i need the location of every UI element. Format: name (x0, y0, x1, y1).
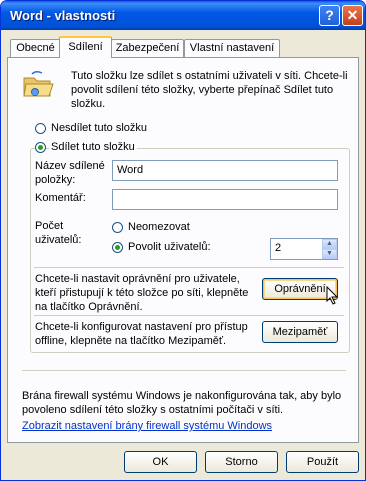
mouse-cursor-icon (326, 286, 339, 305)
share-label[interactable]: Sdílet tuto složku (49, 140, 137, 154)
comment-input[interactable] (112, 189, 338, 210)
tab-security[interactable]: Zabezpečení (111, 39, 184, 57)
user-limit-label: Počet uživatelů: (35, 220, 82, 246)
window-title: Word - vlastnosti (10, 8, 116, 23)
allow-users-spinner[interactable]: ▲ ▼ (322, 239, 337, 259)
share-radio[interactable] (35, 142, 46, 153)
help-button[interactable]: ? (319, 5, 340, 26)
unlimited-radio[interactable] (112, 222, 123, 233)
no-share-label[interactable]: Nesdílet tuto složku (51, 121, 147, 135)
cancel-button[interactable]: Storno (205, 451, 278, 473)
caching-text: Chcete-li konfigurovat nastavení pro pří… (35, 321, 248, 347)
separator (22, 370, 346, 371)
firewall-text: Brána firewall systému Windows je nakonf… (22, 390, 342, 416)
properties-dialog: Word - vlastnosti ? ✕ Obecné Sdílení Zab… (0, 0, 366, 481)
spin-up-icon[interactable]: ▲ (322, 239, 337, 249)
title-bar[interactable]: Word - vlastnosti ? ✕ (1, 1, 365, 30)
allow-users-radio[interactable] (112, 242, 123, 253)
permissions-text: Chcete-li nastavit oprávnění pro uživate… (35, 273, 249, 313)
tab-general[interactable]: Obecné (10, 39, 61, 57)
separator (34, 267, 344, 268)
firewall-settings-link[interactable]: Zobrazit nastavení brány firewall systém… (22, 419, 272, 433)
share-name-label: Název sdílené položky: (35, 160, 105, 186)
allow-users-label[interactable]: Povolit uživatelů: (128, 240, 211, 254)
close-button[interactable]: ✕ (342, 5, 363, 26)
sharing-panel: Tuto složku lze sdílet s ostatními uživa… (7, 57, 359, 443)
no-share-radio[interactable] (35, 123, 46, 134)
spin-down-icon[interactable]: ▼ (322, 249, 337, 259)
tab-customize[interactable]: Vlastní nastavení (184, 39, 280, 57)
separator (34, 315, 344, 316)
apply-button[interactable]: Použít (286, 451, 359, 473)
tab-sharing[interactable]: Sdílení (59, 36, 112, 58)
ok-button[interactable]: OK (124, 451, 197, 473)
caching-button[interactable]: Mezipaměť (262, 321, 338, 343)
share-name-input[interactable]: Word (112, 160, 338, 181)
unlimited-label[interactable]: Neomezovat (128, 220, 190, 234)
comment-label: Komentář: (35, 192, 86, 204)
sharing-intro-text: Tuto složku lze sdílet s ostatními uživa… (71, 70, 348, 110)
shared-folder-icon (23, 70, 54, 97)
